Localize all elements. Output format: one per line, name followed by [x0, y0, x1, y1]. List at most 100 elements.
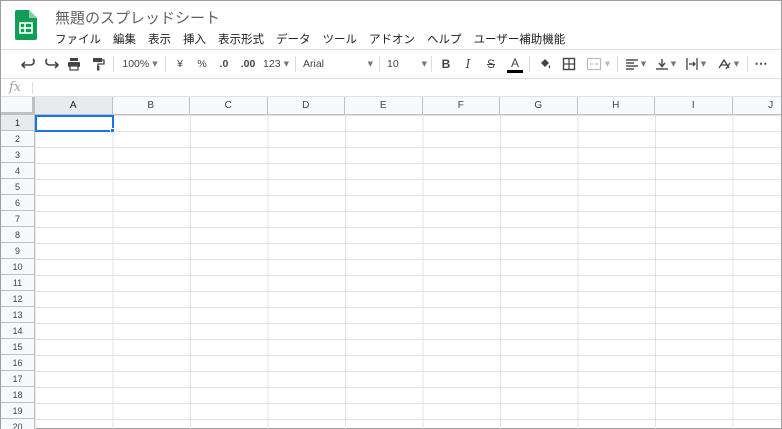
undo-icon[interactable] — [17, 53, 39, 75]
increase-decimal-label: .00 — [240, 58, 256, 70]
chevron-down-icon: ▼ — [604, 60, 611, 68]
text-color-button[interactable]: A — [505, 53, 525, 75]
borders-icon[interactable] — [559, 53, 579, 75]
menu-addons[interactable]: アドオン — [363, 31, 421, 47]
menu-tools[interactable]: ツール — [317, 31, 364, 47]
title-bar: 無題のスプレッドシート ファイル 編集 表示 挿入 表示形式 データ ツール ア… — [1, 1, 781, 49]
currency-label: ¥ — [177, 58, 183, 70]
text-color-icon: A — [510, 55, 519, 70]
formula-bar: fx — [1, 79, 781, 97]
row-header-12[interactable]: 12 — [1, 291, 35, 307]
strikethrough-icon: S — [486, 57, 495, 71]
menu-edit[interactable]: 編集 — [107, 31, 142, 47]
select-all-corner[interactable] — [1, 97, 35, 115]
column-header-j[interactable]: J — [732, 97, 781, 115]
toolbar: 100% ▼ ¥ % .0 .00 123 ▼ Arial ▼ 10 ▼ B I S A — [1, 49, 781, 79]
row-header-13[interactable]: 13 — [1, 307, 35, 323]
text-rotation-icon[interactable]: ▼ — [713, 53, 743, 75]
column-header-g[interactable]: G — [500, 97, 578, 115]
row-header-14[interactable]: 14 — [1, 323, 35, 339]
document-title[interactable]: 無題のスプレッドシート — [55, 7, 220, 28]
text-wrap-icon[interactable]: ▼ — [683, 53, 709, 75]
decrease-decimal-label: .0 — [219, 58, 229, 70]
more-formats-label: 123 — [263, 58, 281, 70]
column-header-h[interactable]: H — [577, 97, 655, 115]
column-header-c[interactable]: C — [190, 97, 268, 115]
formula-input[interactable] — [35, 79, 775, 96]
row-header-4[interactable]: 4 — [1, 163, 35, 179]
row-header-11[interactable]: 11 — [1, 275, 35, 291]
horizontal-align-icon[interactable]: ▼ — [623, 53, 649, 75]
column-header-a[interactable]: A — [35, 97, 113, 115]
more-formats-select[interactable]: 123 ▼ — [261, 53, 291, 75]
bold-button[interactable]: B — [437, 53, 455, 75]
row-header-16[interactable]: 16 — [1, 355, 35, 371]
row-header-18[interactable]: 18 — [1, 387, 35, 403]
percent-label: % — [197, 58, 207, 70]
row-header-10[interactable]: 10 — [1, 259, 35, 275]
selected-cell-a1[interactable] — [35, 115, 114, 132]
menu-format[interactable]: 表示形式 — [212, 31, 270, 47]
zoom-value: 100% — [122, 58, 150, 70]
currency-button[interactable]: ¥ — [171, 53, 189, 75]
row-header-15[interactable]: 15 — [1, 339, 35, 355]
column-header-f[interactable]: F — [422, 97, 500, 115]
row-header-5[interactable]: 5 — [1, 179, 35, 195]
bold-icon: B — [441, 57, 451, 71]
menu-insert[interactable]: 挿入 — [177, 31, 212, 47]
redo-icon[interactable] — [41, 53, 63, 75]
spreadsheet-grid: A B C D E F G H I J 1 2 3 4 5 6 7 8 9 10 11 12 13 14 15 16 17 18 19 2… — [1, 97, 781, 429]
strikethrough-button[interactable]: S — [482, 53, 500, 75]
menu-help[interactable]: ヘルプ — [421, 31, 468, 47]
menu-view[interactable]: 表示 — [142, 31, 177, 47]
fill-handle[interactable] — [109, 128, 115, 133]
column-header-i[interactable]: I — [655, 97, 733, 115]
more-options-icon[interactable]: ⋯ — [751, 53, 771, 75]
chevron-down-icon: ▼ — [733, 60, 740, 68]
column-header-d[interactable]: D — [267, 97, 345, 115]
formula-divider — [32, 82, 33, 94]
chevron-down-icon: ▼ — [700, 60, 707, 68]
row-header-8[interactable]: 8 — [1, 227, 35, 243]
font-family-value: Arial — [303, 58, 325, 70]
row-header-19[interactable]: 19 — [1, 403, 35, 419]
sheets-logo-icon[interactable] — [15, 10, 37, 40]
percent-button[interactable]: % — [193, 53, 211, 75]
chevron-down-icon: ▼ — [152, 60, 158, 68]
menu-file[interactable]: ファイル — [49, 31, 107, 47]
row-header-3[interactable]: 3 — [1, 147, 35, 163]
chevron-down-icon: ▼ — [367, 60, 373, 68]
row-header-9[interactable]: 9 — [1, 243, 35, 259]
row-header-17[interactable]: 17 — [1, 371, 35, 387]
merge-cells-icon[interactable]: ▼ — [583, 53, 613, 75]
font-size-select[interactable]: 10 ▼ — [387, 53, 427, 75]
increase-decimal-button[interactable]: .00 — [237, 53, 259, 75]
column-header-e[interactable]: E — [345, 97, 423, 115]
paint-format-icon[interactable] — [87, 53, 109, 75]
more-options-label: ⋯ — [754, 56, 768, 71]
column-header-b[interactable]: B — [112, 97, 190, 115]
menu-data[interactable]: データ — [270, 31, 317, 47]
vertical-align-icon[interactable]: ▼ — [653, 53, 679, 75]
cell-area[interactable] — [35, 115, 781, 429]
menu-bar: ファイル 編集 表示 挿入 表示形式 データ ツール アドオン ヘルプ ユーザー… — [49, 31, 571, 47]
text-color-swatch — [507, 69, 523, 73]
row-header-6[interactable]: 6 — [1, 195, 35, 211]
font-family-select[interactable]: Arial ▼ — [303, 53, 373, 75]
chevron-down-icon: ▼ — [421, 60, 427, 68]
row-header-20[interactable]: 20 — [1, 419, 35, 429]
italic-button[interactable]: I — [459, 53, 477, 75]
decrease-decimal-button[interactable]: .0 — [213, 53, 235, 75]
menu-accessibility[interactable]: ユーザー補助機能 — [468, 31, 572, 47]
italic-icon: I — [465, 57, 471, 71]
print-icon[interactable] — [63, 53, 85, 75]
row-header-7[interactable]: 7 — [1, 211, 35, 227]
chevron-down-icon: ▼ — [670, 60, 677, 68]
zoom-select[interactable]: 100% ▼ — [119, 53, 161, 75]
chevron-down-icon: ▼ — [640, 60, 647, 68]
fill-color-icon[interactable] — [535, 53, 555, 75]
row-header-2[interactable]: 2 — [1, 131, 35, 147]
row-header-1[interactable]: 1 — [1, 115, 35, 131]
font-size-value: 10 — [387, 58, 399, 70]
fx-icon: fx — [9, 80, 22, 95]
